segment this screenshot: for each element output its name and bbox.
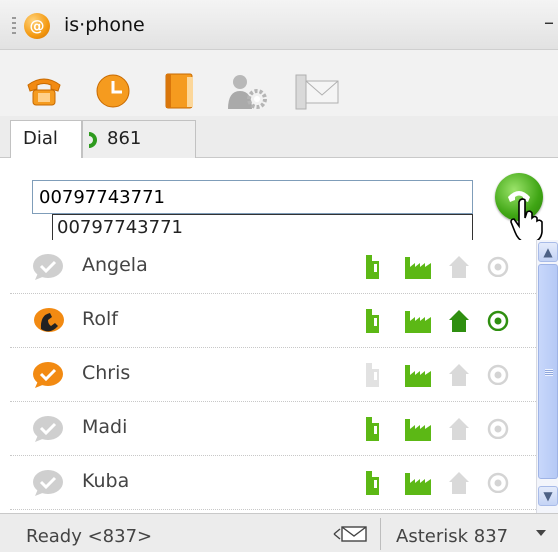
work-icon — [405, 365, 431, 387]
server-selector[interactable]: Asterisk 837 — [396, 526, 508, 547]
voicemail-icon[interactable] — [332, 525, 368, 543]
contact-list: Angela Rolf Chris Madi Kuba — [10, 240, 536, 513]
online-icon — [487, 310, 509, 331]
online-icon — [487, 256, 509, 277]
work-icon — [405, 473, 431, 495]
tab-call-861[interactable]: 861 — [82, 120, 196, 158]
address-book-icon[interactable] — [163, 73, 197, 111]
scroll-down-button[interactable]: ▼ — [538, 486, 558, 506]
online-icon — [487, 418, 509, 439]
home-icon — [449, 310, 469, 332]
chat-bubble-icon — [33, 416, 63, 442]
scrollbar[interactable]: ▲ ▼ — [536, 240, 558, 513]
connection-status: Ready <837> — [26, 526, 153, 547]
autocomplete-suggestion[interactable]: 00797743771 — [52, 214, 473, 242]
mobile-icon — [366, 363, 379, 387]
phone-call-icon — [89, 132, 97, 148]
online-icon — [487, 472, 509, 493]
contact-row[interactable]: Madi — [10, 402, 536, 456]
work-icon — [405, 419, 431, 441]
tab-call-label: 861 — [107, 128, 142, 149]
tab-dial[interactable]: Dial — [10, 120, 82, 159]
mobile-icon — [366, 255, 379, 279]
dial-number-input[interactable] — [32, 180, 473, 214]
on-call-icon — [34, 308, 64, 332]
scroll-up-button[interactable]: ▲ — [538, 242, 558, 262]
title-bar: @ is·phone – — [0, 0, 558, 50]
tab-dial-label: Dial — [23, 128, 58, 149]
online-icon — [487, 364, 509, 385]
hand-cursor-icon — [510, 198, 543, 243]
chat-bubble-icon — [33, 362, 63, 388]
contact-row[interactable]: Chris — [10, 348, 536, 402]
contact-row[interactable]: Rolf — [10, 294, 536, 348]
home-icon — [449, 472, 469, 494]
status-divider — [380, 518, 381, 550]
email-icon[interactable] — [294, 73, 340, 111]
contact-name: Angela — [82, 254, 148, 276]
mobile-icon — [366, 471, 379, 495]
chat-bubble-icon — [33, 470, 63, 496]
app-title: is·phone — [64, 14, 145, 36]
chevron-down-icon[interactable] — [536, 530, 546, 536]
grip-icon[interactable] — [12, 17, 16, 35]
minimize-button[interactable]: – — [544, 12, 558, 32]
app-logo-icon: @ — [24, 13, 50, 39]
contact-name: Kuba — [82, 470, 130, 492]
contact-name: Madi — [82, 416, 128, 438]
scroll-thumb[interactable] — [538, 264, 558, 479]
home-icon — [449, 418, 469, 440]
settings-user-icon[interactable] — [226, 73, 270, 111]
work-icon — [405, 257, 431, 279]
chat-bubble-icon — [33, 254, 63, 280]
contact-name: Chris — [82, 362, 131, 384]
mobile-icon — [366, 309, 379, 333]
thumb-grip-icon — [545, 369, 553, 376]
logo-glyph: @ — [29, 17, 45, 35]
contact-row[interactable]: Kuba — [10, 456, 536, 510]
phone-icon[interactable] — [24, 73, 64, 107]
home-icon — [449, 256, 469, 278]
mobile-icon — [366, 417, 379, 441]
clock-icon[interactable] — [95, 73, 131, 109]
toolbar — [0, 50, 558, 116]
work-icon — [405, 311, 431, 333]
home-icon — [449, 364, 469, 386]
contact-row[interactable]: Angela — [10, 240, 536, 294]
contact-name: Rolf — [82, 308, 118, 330]
